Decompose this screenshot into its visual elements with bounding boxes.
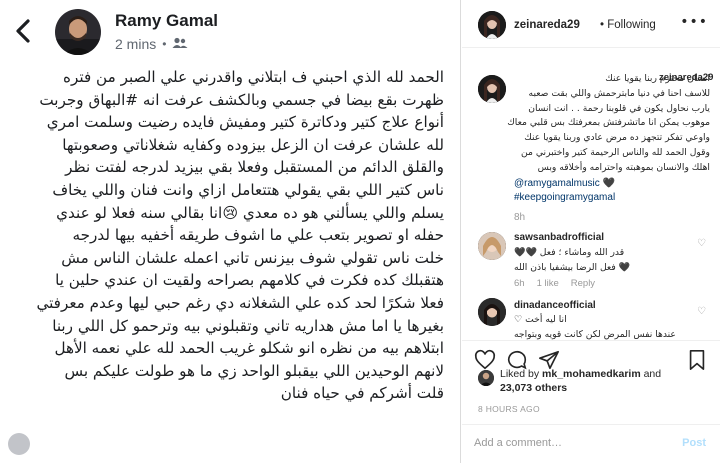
liked-by-text[interactable]: Liked by mk_mohamedkarim and 23,073 othe…	[500, 368, 661, 395]
comment-like-icon[interactable]: ♡	[697, 306, 706, 317]
caption-line: للاسف احنا في دنيا مابترحمش واللي بقت صع…	[528, 87, 710, 99]
post-text-line: أنواع علاج كتير ودكاترة كتير ومفيش فايده…	[46, 113, 444, 132]
ig-header: zeinareda29 • Following •••	[462, 0, 720, 48]
more-options-icon[interactable]: •••	[680, 14, 708, 30]
post-text-line: والقلق الدائم من المستقبل وفعلا بقي بيزي…	[65, 158, 444, 177]
comment-line: 🖤 فعل الرضا بيشفيا باذن الله	[514, 261, 631, 273]
post-text-line: ظهرت بقع بيضا في جسمي وبالكشف عرفت انه #…	[39, 90, 444, 109]
liked-by-count[interactable]: 23,073 others	[500, 382, 567, 394]
post-time[interactable]: 2 mins	[115, 36, 156, 52]
comment-avatar[interactable]	[478, 298, 506, 326]
caption-line: موهوب يمكن انا ماتشرفتش بمعرفتك بس قلبي …	[507, 117, 710, 129]
post-text-line: هتقبلك كده فكرت في كلامهم بصراحه ولقيت ا…	[55, 271, 444, 290]
comment-line: انا ليه أخت ♡	[514, 314, 567, 325]
comment-text: قدر الله وماشاء ؛ فعل 🖤🖤 🖤 فعل الرضا بيشف…	[514, 246, 689, 276]
ig-header-avatar[interactable]	[478, 11, 506, 39]
caption-time[interactable]: 8h	[514, 212, 525, 223]
caption-line: اهلك والانسان بموهبته واحترامه وأخلاقه و…	[537, 161, 710, 173]
post-text-line: الحمد لله الذي احبني ف ابتلاني واقدرني ع…	[63, 68, 444, 86]
post-text-line: حفله او تصوير بتعب علي ما اشوف طريقه أخف…	[72, 226, 444, 245]
post-text-line: خلت ناس تقولي شوف بيزنس تاني اعمله علشان…	[61, 248, 444, 267]
reply-button[interactable]: Reply	[571, 278, 595, 289]
comment-meta: 6h 1 like Reply	[514, 278, 595, 289]
post-button[interactable]: Post	[682, 437, 706, 449]
comment-like-icon[interactable]: ♡	[697, 238, 706, 249]
liked-by-prefix: Liked by	[500, 368, 540, 380]
liker-avatar[interactable]	[478, 370, 494, 386]
posted-time: 8 HOURS AGO	[478, 404, 540, 414]
post-text-line: بغيرها يا اما مش هداريه تاني وتقبلوني بي…	[52, 316, 444, 335]
post-meta: 2 mins •	[115, 36, 188, 52]
back-arrow-icon[interactable]	[12, 18, 36, 44]
comment-avatar[interactable]	[478, 232, 506, 260]
mention-link[interactable]: @ramygamalmusic 🖤	[514, 178, 615, 189]
post-text-line: قلت أشركم في حياه فنان	[280, 384, 444, 403]
add-comment-input[interactable]	[474, 437, 664, 449]
reaction-icon[interactable]	[8, 433, 30, 455]
instagram-panel: zeinareda29 • Following ••• انسان محترم …	[462, 0, 720, 463]
post-text-line: ناس كتير اللي بقي يقولي هتتعامل ازاي وان…	[52, 180, 444, 199]
caption-text: انسان محترم ربنا يقويا عنك للاسف احنا في …	[472, 72, 710, 176]
bookmark-icon[interactable]	[686, 349, 708, 371]
comment-username[interactable]: sawsanbadrofficial	[514, 232, 604, 243]
separator-dot: •	[162, 37, 167, 51]
post-header: Ramy Gamal 2 mins •	[0, 0, 461, 62]
facebook-post: Ramy Gamal 2 mins • الحمد لله الذي احبني…	[0, 0, 461, 463]
caption-username[interactable]: zeinareda29	[659, 72, 713, 83]
author-avatar[interactable]	[55, 9, 101, 55]
author-name[interactable]: Ramy Gamal	[115, 11, 218, 31]
comment-line: قدر الله وماشاء ؛ فعل 🖤🖤	[514, 247, 625, 258]
caption-line: يارب نحاول يكون في قلوبنا رحمة . . انت ا…	[528, 102, 710, 114]
liked-by-and: and	[643, 368, 662, 380]
post-text: الحمد لله الذي احبني ف ابتلاني واقدرني ع…	[14, 66, 444, 405]
add-comment-bar: Post	[462, 424, 720, 463]
ig-header-username[interactable]: zeinareda29	[514, 19, 580, 31]
comment-likes[interactable]: 1 like	[537, 278, 559, 289]
liked-by-user[interactable]: mk_mohamedkarim	[542, 368, 641, 380]
liked-by: Liked by mk_mohamedkarim and 23,073 othe…	[478, 368, 661, 395]
friends-audience-icon[interactable]	[172, 36, 188, 52]
post-text-line: ابتلاهم بيه من نظره انو شكلو غريب الحمد …	[54, 339, 444, 358]
post-text-line: فعلا شكرًا لحد كده علي الشغلانه دي رغم ح…	[36, 293, 444, 312]
caption-line: وقول الحمد لله والناس الرحيمة كتير واختب…	[521, 146, 710, 158]
caption-line: واوعي تفكر تتجهز ده مرض عادي وربنا يقويا…	[524, 132, 710, 144]
hashtag-link[interactable]: #keepgoingramygamal	[514, 192, 615, 203]
comment-text: انا ليه أخت ♡ عندها نفس المرض لكن كانت قو…	[514, 313, 689, 343]
following-button[interactable]: • Following	[600, 19, 656, 31]
comment-username[interactable]: dinadanceofficial	[514, 300, 596, 311]
post-text-line: لانهم الوحيدين اللي بيقبلو الواحد زي ما …	[64, 361, 444, 380]
post-text-line: لله علشان عرفت ان الزعل بيزوده وكفايه شغ…	[62, 135, 444, 154]
post-text-line: يسلم واللي يسألني هو ده معدي 😢انا بقالي …	[56, 203, 444, 222]
comment-time[interactable]: 6h	[514, 278, 525, 289]
